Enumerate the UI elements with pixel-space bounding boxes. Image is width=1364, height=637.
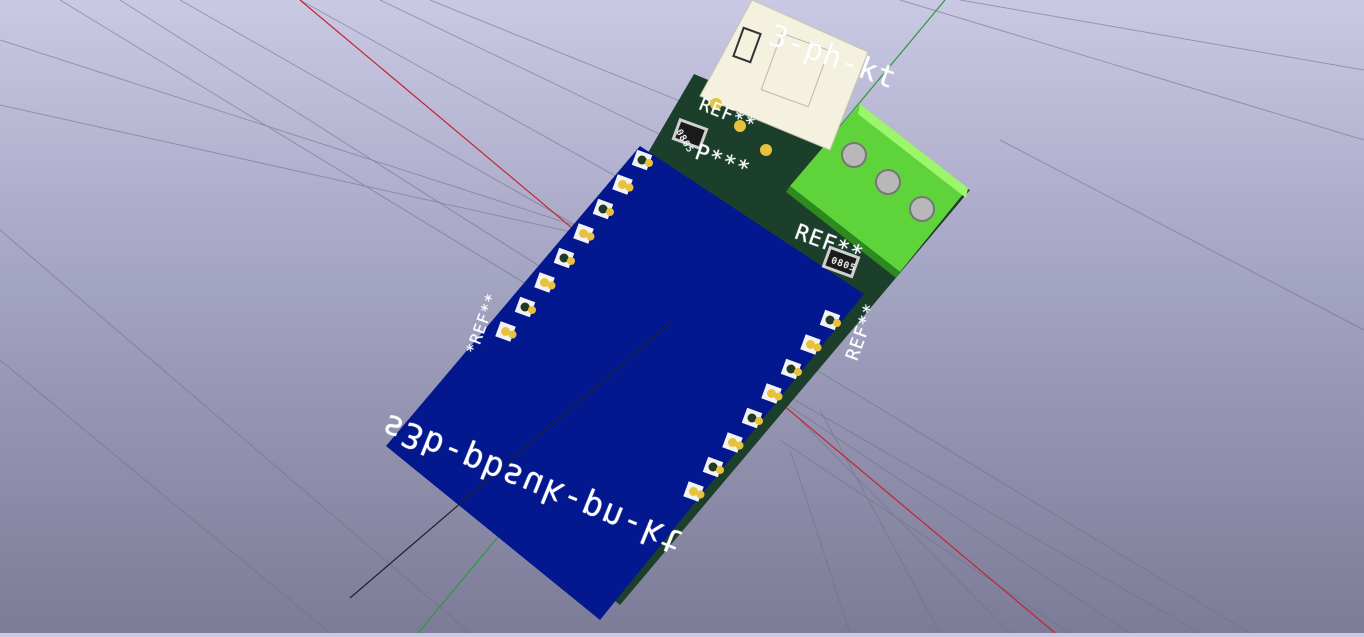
right-solder-6 — [735, 441, 744, 450]
terminal-screw-2 — [875, 169, 901, 195]
left-solder-6 — [547, 281, 556, 290]
right-solder-3 — [794, 368, 802, 376]
right-solder-5 — [755, 417, 763, 425]
left-solder-1 — [645, 159, 653, 167]
terminal-screw-3 — [909, 196, 935, 222]
left-solder-4 — [586, 232, 595, 241]
3d-viewport[interactable]: 3-ph-kt REF** P*** REF** *REF** REF** s3… — [0, 0, 1364, 634]
right-solder-8 — [696, 490, 705, 499]
terminal-screw-1 — [841, 142, 867, 168]
left-solder-3 — [606, 208, 614, 216]
right-solder-2 — [813, 343, 822, 352]
left-solder-5 — [567, 257, 575, 265]
right-solder-4 — [774, 392, 783, 401]
left-solder-7 — [528, 306, 536, 314]
right-solder-1 — [833, 319, 841, 327]
left-solder-8 — [508, 330, 517, 339]
left-solder-2 — [625, 183, 634, 192]
right-solder-7 — [716, 466, 724, 474]
